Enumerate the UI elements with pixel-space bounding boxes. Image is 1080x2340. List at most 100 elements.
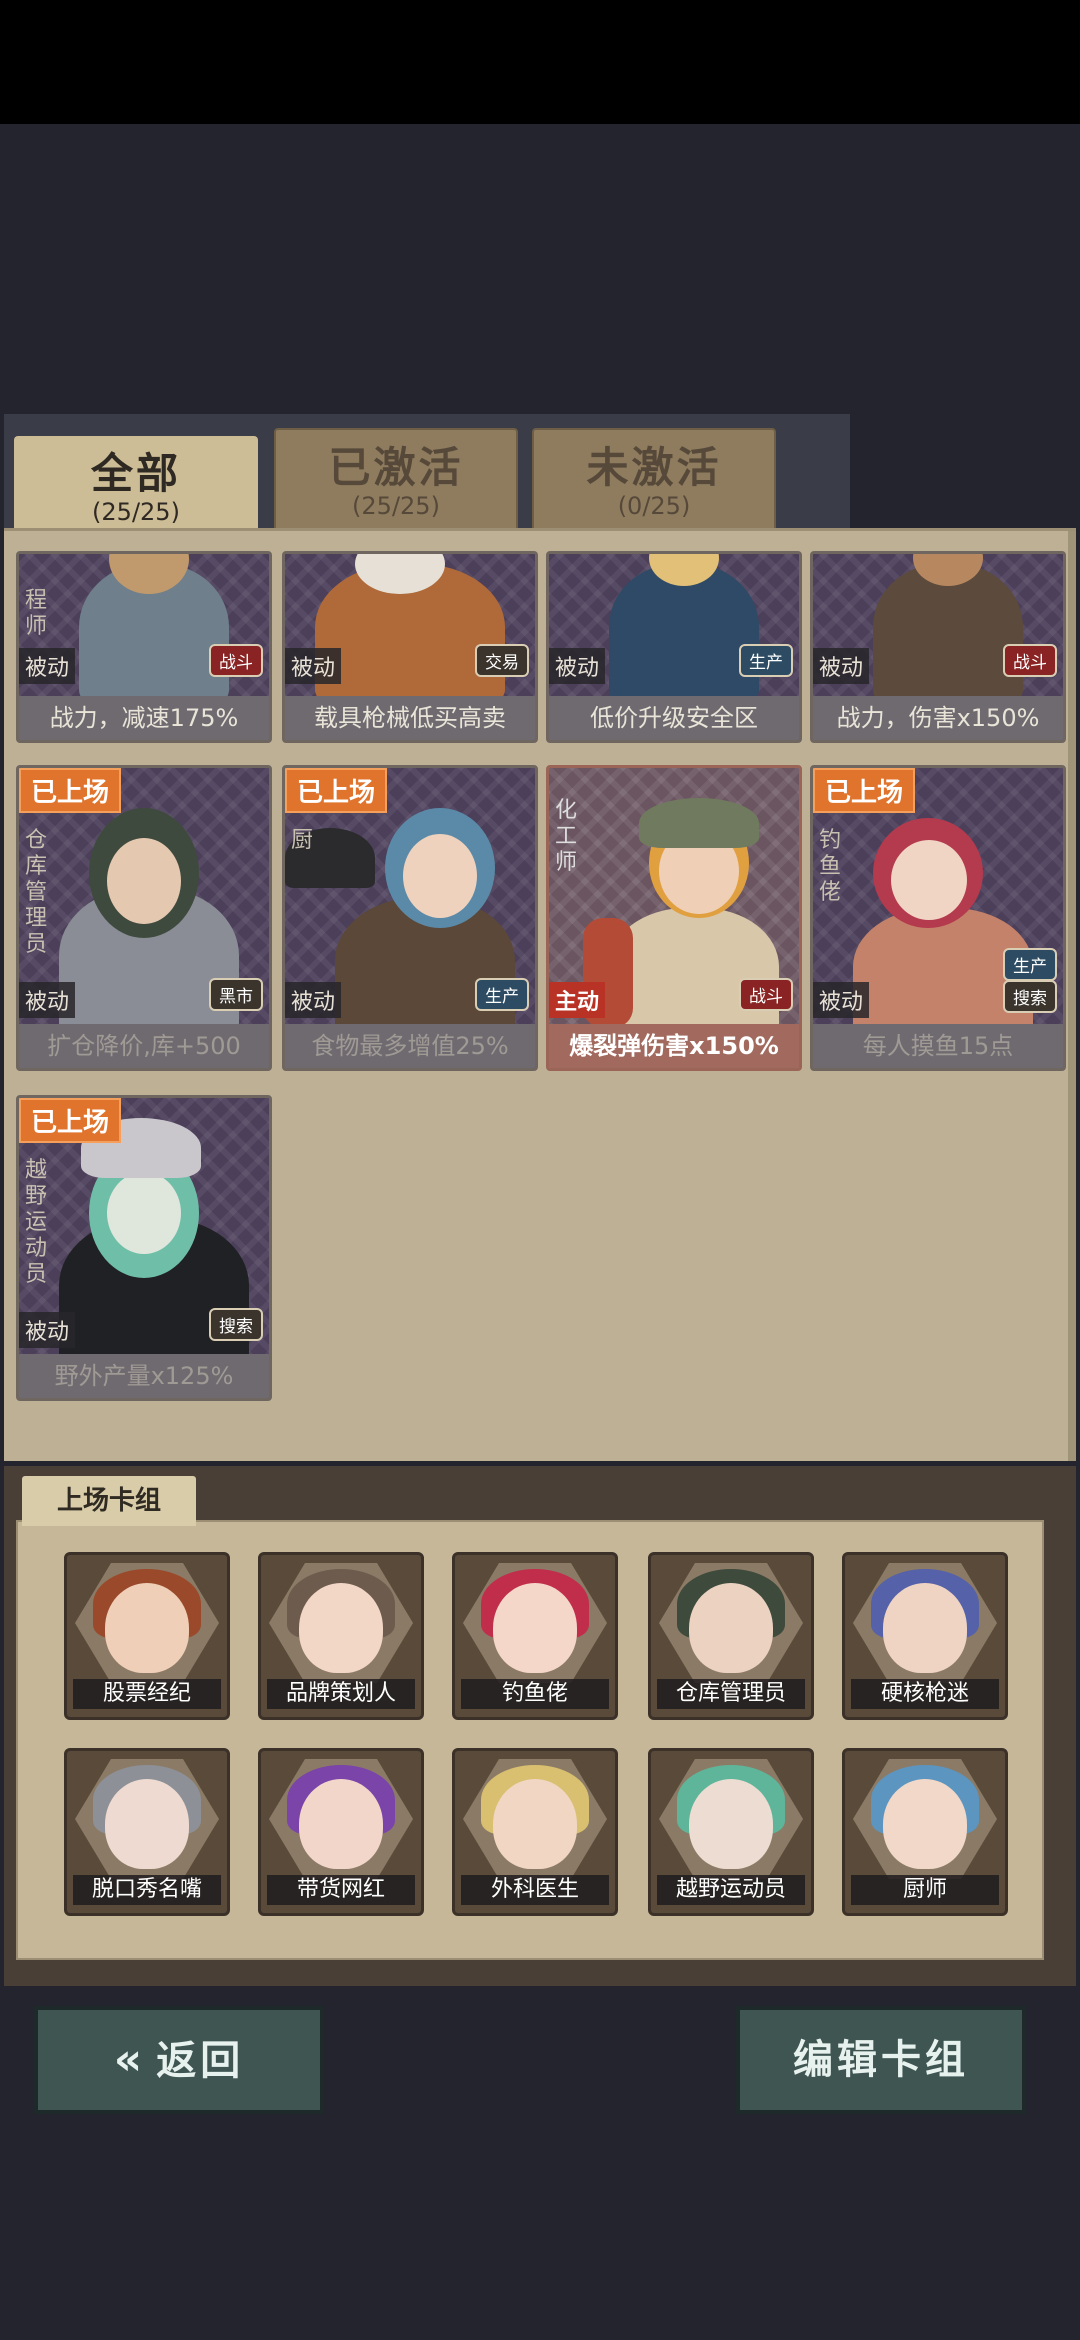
deck-member-name: 股票经纪	[73, 1679, 221, 1709]
portrait-face	[299, 1583, 383, 1673]
card-mode: 被动	[813, 982, 870, 1018]
portrait-face	[689, 1583, 773, 1673]
deck-member[interactable]: 钓鱼佬	[452, 1552, 618, 1720]
card-mode: 被动	[19, 648, 76, 684]
deck-member-name: 越野运动员	[657, 1875, 805, 1905]
card-tag: 生产	[1003, 948, 1057, 981]
card-fisherman[interactable]: 已上场 钓鱼佬 被动 生产 搜索 每人摸鱼15点	[810, 765, 1066, 1071]
on-stage-badge: 已上场	[285, 768, 388, 813]
card-tag: 战斗	[739, 978, 793, 1011]
card-role: 化工师	[555, 798, 578, 875]
card-fighter[interactable]: 被动 战斗 战力，伤害x150%	[810, 551, 1066, 743]
double-arrow-left-icon: «	[113, 2034, 147, 2085]
portrait-face	[883, 1583, 967, 1673]
panel-edge	[1068, 531, 1076, 1461]
portrait-face	[105, 1779, 189, 1869]
card-mode: 被动	[19, 982, 76, 1018]
tab-activated[interactable]: 已激活 (25/25)	[274, 428, 518, 532]
on-stage-badge: 已上场	[19, 768, 122, 813]
card-tag: 生产	[475, 978, 529, 1011]
card-role: 程师	[25, 588, 48, 639]
card-tag: 战斗	[1003, 644, 1057, 677]
portrait-face	[493, 1779, 577, 1869]
card-mode: 被动	[285, 648, 342, 684]
card-tag: 搜索	[209, 1308, 263, 1341]
character-head	[403, 834, 477, 918]
card-tag: 交易	[475, 644, 529, 677]
card-role: 仓库管理员	[25, 828, 48, 957]
tab-inactive-count: (0/25)	[617, 492, 691, 520]
card-mode: 被动	[549, 648, 606, 684]
tab-all[interactable]: 全部 (25/25)	[14, 436, 258, 532]
deck-member-name: 厨师	[851, 1875, 999, 1905]
back-button[interactable]: «返回	[34, 2006, 324, 2114]
card-mode: 被动	[19, 1312, 76, 1348]
deck-member-name: 钓鱼佬	[461, 1679, 609, 1709]
portrait-face	[105, 1583, 189, 1673]
deck-member[interactable]: 带货网红	[258, 1748, 424, 1916]
card-tag-secondary: 搜索	[1003, 980, 1057, 1013]
on-stage-badge: 已上场	[813, 768, 916, 813]
deck-member-name: 硬核枪迷	[851, 1679, 999, 1709]
card-offroad-athlete[interactable]: 已上场 越野运动员 被动 搜索 野外产量x125%	[16, 1095, 272, 1401]
card-description: 食物最多增值25%	[285, 1024, 535, 1068]
deck-member[interactable]: 越野运动员	[648, 1748, 814, 1916]
deck-member[interactable]: 仓库管理员	[648, 1552, 814, 1720]
tab-inactive-label: 未激活	[586, 443, 722, 492]
tab-activated-label: 已激活	[328, 443, 464, 492]
card-collection-panel[interactable]: 程师 被动 战斗 战力，减速175% 被动 交易 载具枪械低买高卖 被动 生产 …	[4, 528, 1076, 1461]
character-figure	[609, 908, 779, 1038]
card-engineer[interactable]: 程师 被动 战斗 战力，减速175%	[16, 551, 272, 743]
card-chemist[interactable]: 化工师 主动 战斗 爆裂弹伤害x150%	[546, 765, 802, 1071]
deck-member-name: 品牌策划人	[267, 1679, 415, 1709]
card-warehouse-keeper[interactable]: 已上场 仓库管理员 被动 黑市 扩仓降价,库+500	[16, 765, 272, 1071]
card-description: 每人摸鱼15点	[813, 1024, 1063, 1068]
edit-deck-button[interactable]: 编辑卡组	[736, 2006, 1026, 2114]
portrait-face	[493, 1583, 577, 1673]
card-description: 载具枪械低买高卖	[285, 696, 535, 740]
portrait-face	[883, 1779, 967, 1869]
tab-activated-count: (25/25)	[352, 492, 440, 520]
deck-title: 上场卡组	[22, 1476, 196, 1526]
tab-all-count: (25/25)	[92, 498, 180, 526]
character-head	[891, 840, 967, 920]
deck-member[interactable]: 厨师	[842, 1748, 1008, 1916]
portrait-face	[689, 1779, 773, 1869]
card-mode: 被动	[285, 982, 342, 1018]
card-trader[interactable]: 被动 交易 载具枪械低买高卖	[282, 551, 538, 743]
card-role: 越野运动员	[25, 1158, 48, 1287]
helmet-icon	[639, 798, 759, 848]
character-head	[107, 838, 181, 924]
card-tag: 生产	[739, 644, 793, 677]
card-role: 厨	[291, 828, 314, 853]
deck-member[interactable]: 股票经纪	[64, 1552, 230, 1720]
deck-member-name: 脱口秀名嘴	[73, 1875, 221, 1905]
card-mode: 主动	[549, 982, 606, 1018]
character-head	[107, 1172, 181, 1254]
card-description: 扩仓降价,库+500	[19, 1024, 269, 1068]
deck-member[interactable]: 品牌策划人	[258, 1552, 424, 1720]
deck-member-name: 仓库管理员	[657, 1679, 805, 1709]
tab-inactive[interactable]: 未激活 (0/25)	[532, 428, 776, 532]
on-stage-badge: 已上场	[19, 1098, 122, 1143]
card-chef[interactable]: 已上场 厨 被动 生产 食物最多增值25%	[282, 765, 538, 1071]
deck-member[interactable]: 硬核枪迷	[842, 1552, 1008, 1720]
card-description: 战力，减速175%	[19, 696, 269, 740]
deck-member-name: 外科医生	[461, 1875, 609, 1905]
status-bar	[0, 0, 1080, 124]
card-description: 爆裂弹伤害x150%	[549, 1024, 799, 1068]
card-builder[interactable]: 被动 生产 低价升级安全区	[546, 551, 802, 743]
portrait-face	[299, 1779, 383, 1869]
back-button-label: 返回	[156, 2038, 245, 2084]
deck-member-name: 带货网红	[267, 1875, 415, 1905]
deck-member[interactable]: 外科医生	[452, 1748, 618, 1916]
card-mode: 被动	[813, 648, 870, 684]
card-description: 低价升级安全区	[549, 696, 799, 740]
card-description: 野外产量x125%	[19, 1354, 269, 1398]
card-tag: 战斗	[209, 644, 263, 677]
card-tag: 黑市	[209, 978, 263, 1011]
edit-deck-button-label: 编辑卡组	[793, 2037, 969, 2083]
deck-member[interactable]: 脱口秀名嘴	[64, 1748, 230, 1916]
card-description: 战力，伤害x150%	[813, 696, 1063, 740]
tab-all-label: 全部	[90, 449, 181, 498]
